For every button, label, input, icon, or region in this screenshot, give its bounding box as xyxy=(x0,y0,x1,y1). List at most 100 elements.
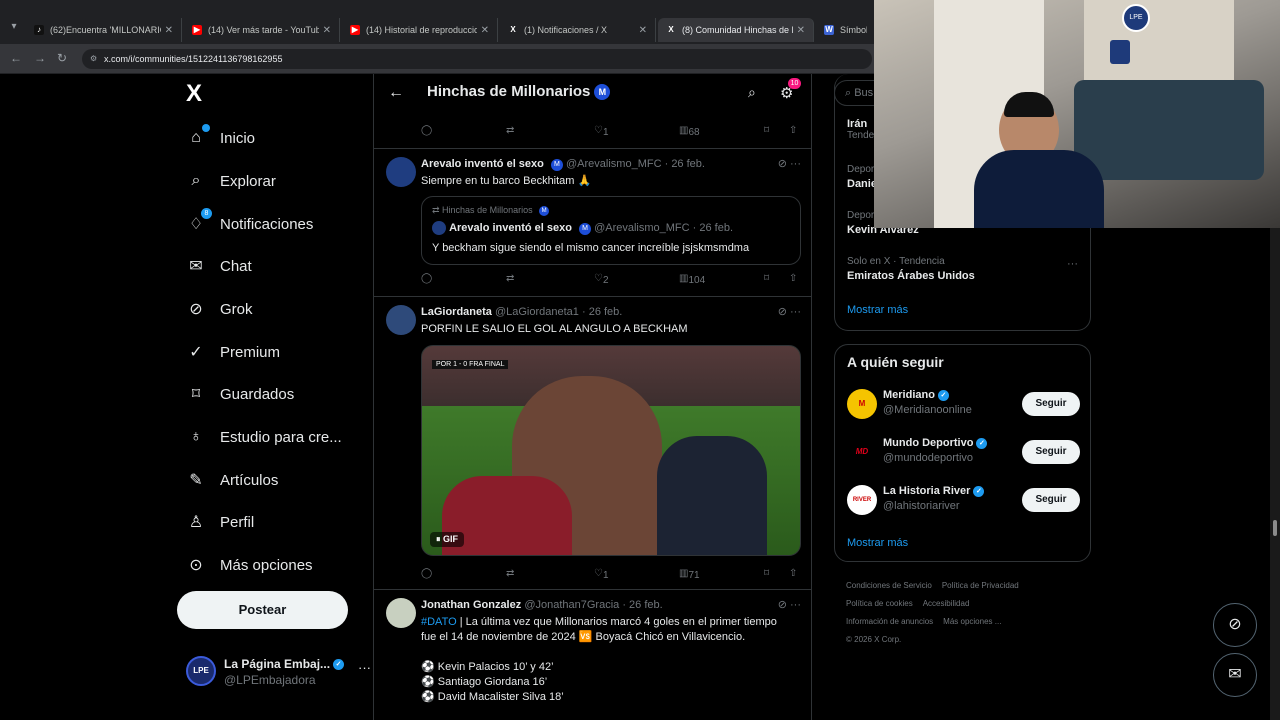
views-icon[interactable]: ▥ 104 xyxy=(679,273,705,286)
show-more-follow-link[interactable]: Mostrar más xyxy=(847,537,908,549)
community-header: ← Hinchas de Millonarios M ⌕ ⚙ 10 xyxy=(374,74,811,112)
browser-tab[interactable]: X (1) Notificaciones / X ✕ xyxy=(500,18,656,42)
bookmark-icon[interactable]: ⌑ xyxy=(764,273,769,284)
trend-item[interactable]: Depor Danie xyxy=(847,164,877,190)
footer-link[interactable]: Información de anuncios xyxy=(846,617,933,626)
scrollbar-thumb[interactable] xyxy=(1273,520,1277,536)
site-info-icon[interactable]: ⚙ xyxy=(90,49,97,69)
avatar[interactable] xyxy=(386,157,416,187)
browser-tab[interactable]: ♪ (62)Encuentra 'MILLONARIOS' e ✕ xyxy=(26,18,182,42)
back-arrow-icon[interactable]: ← xyxy=(10,51,22,65)
views-icon[interactable]: ▥ 71 xyxy=(679,568,700,581)
follow-button[interactable]: Seguir xyxy=(1022,392,1080,416)
nav-item-inicio[interactable]: ⌂ Inicio xyxy=(186,123,255,153)
share-icon[interactable]: ⇧ xyxy=(789,273,797,284)
tweet-gif[interactable]: POR 1 - 0 FRA FINAL ⏸ GIF xyxy=(421,345,801,556)
browser-tab[interactable]: W Símbolos xyxy=(816,18,876,42)
person-icon: ♙ xyxy=(188,514,204,531)
goal-line: ⚽ David Macalister Silva 18’ xyxy=(421,691,564,703)
settings-gear-icon[interactable]: ⚙ 10 xyxy=(780,78,801,102)
tab-title: (8) Comunidad Hinchas de Millo xyxy=(682,25,793,35)
browser-tab[interactable]: ▶ (14) Ver más tarde - YouTube ✕ xyxy=(184,18,340,42)
nav-label: Chat xyxy=(220,257,252,275)
nav-item-perfil[interactable]: ♙ Perfil xyxy=(186,507,254,537)
forward-arrow-icon[interactable]: → xyxy=(34,51,46,65)
close-icon[interactable]: ✕ xyxy=(797,25,805,36)
account-switcher[interactable]: LPE La Página Embaj... ✓ @LPEmbajadora ··… xyxy=(186,656,372,690)
x-logo-icon[interactable]: X xyxy=(186,82,210,106)
avatar[interactable] xyxy=(386,305,416,335)
trend-item[interactable]: Solo en X · Tendencia Emiratos Árabes Uni… xyxy=(847,256,975,282)
tweet-more-icon[interactable]: ⊘ ··· xyxy=(778,157,801,170)
retweet-icon[interactable]: ⇄ xyxy=(506,568,514,579)
follow-button[interactable]: Seguir xyxy=(1022,440,1080,464)
page-title: Hinchas de Millonarios M xyxy=(427,83,611,100)
follow-suggestion[interactable]: MD Mundo Deportivo ✓ @mundodeportivo Segu… xyxy=(847,437,1081,471)
footer-link[interactable]: Accesibilidad xyxy=(923,599,970,608)
retweet-icon[interactable]: ⇄ xyxy=(506,273,514,284)
like-icon[interactable]: ♡ 2 xyxy=(594,273,609,286)
footer-link[interactable]: Política de cookies xyxy=(846,599,913,608)
reply-icon[interactable]: ◯ xyxy=(421,273,432,284)
bookmark-icon[interactable]: ⌑ xyxy=(764,125,769,136)
reload-icon[interactable]: ↻ xyxy=(57,51,67,65)
youtube-icon: ▶ xyxy=(192,25,202,35)
tab-search-chevron-icon[interactable]: ▾ xyxy=(6,21,22,37)
page-scrollbar[interactable] xyxy=(1270,228,1280,720)
coach-figure xyxy=(657,436,767,555)
tweet[interactable]: Arevalo inventó el sexo M @Arevalismo_MF… xyxy=(374,149,811,297)
tweet-more-icon[interactable]: ⊘ ··· xyxy=(778,598,801,611)
close-icon[interactable]: ✕ xyxy=(639,25,647,36)
trend-more-icon[interactable]: ··· xyxy=(1067,258,1078,270)
views-icon[interactable]: ▥ 68 xyxy=(679,125,700,138)
nav-item-premium[interactable]: ✓ Premium xyxy=(186,337,280,367)
reply-icon[interactable]: ◯ xyxy=(421,125,432,136)
nav-item-guardados[interactable]: ⌑ Guardados xyxy=(186,379,294,409)
nav-item-explorar[interactable]: ⌕ Explorar xyxy=(186,166,276,196)
nav-item-chat[interactable]: ✉ Chat xyxy=(186,251,252,281)
reply-icon[interactable]: ◯ xyxy=(421,568,432,579)
footer-link[interactable]: Política de Privacidad xyxy=(942,581,1019,590)
browser-tab[interactable]: ▶ (14) Historial de reproducciones ✕ xyxy=(342,18,498,42)
retweet-icon[interactable]: ⇄ xyxy=(506,125,514,136)
back-arrow-icon[interactable]: ← xyxy=(388,84,404,102)
nav-item-mas-opciones[interactable]: ⊙ Más opciones xyxy=(186,550,312,580)
follow-suggestion[interactable]: M Meridiano ✓ @Meridianoonline Seguir xyxy=(847,389,1081,423)
nav-label: Guardados xyxy=(220,385,295,403)
messages-fab-icon[interactable]: ✉ xyxy=(1213,653,1257,697)
share-icon[interactable]: ⇧ xyxy=(789,568,797,579)
browser-tab-active[interactable]: X (8) Comunidad Hinchas de Millo ✕ xyxy=(658,18,814,42)
follow-button[interactable]: Seguir xyxy=(1022,488,1080,512)
url-field[interactable]: ⚙ x.com/i/communities/151224113679816295… xyxy=(82,49,872,69)
more-dots-icon[interactable]: ··· xyxy=(358,660,371,675)
show-more-trends-link[interactable]: Mostrar más xyxy=(847,304,908,316)
avatar[interactable] xyxy=(386,598,416,628)
scoreboard: POR 1 - 0 FRA FINAL xyxy=(432,360,509,369)
post-button[interactable]: Postear xyxy=(177,591,348,629)
nav-label: Artículos xyxy=(220,471,279,489)
share-icon[interactable]: ⇧ xyxy=(789,125,797,136)
like-icon[interactable]: ♡ 1 xyxy=(594,125,609,138)
footer-link[interactable]: Condiciones de Servicio xyxy=(846,581,932,590)
nav-item-estudio[interactable]: ♁ Estudio para cre... xyxy=(186,422,342,452)
close-icon[interactable]: ✕ xyxy=(323,25,331,36)
tweet-more-icon[interactable]: ⊘ ··· xyxy=(778,305,801,318)
search-icon[interactable]: ⌕ xyxy=(748,84,756,101)
nav-item-articulos[interactable]: ✎ Artículos xyxy=(186,465,278,495)
hashtag-link[interactable]: #DATO xyxy=(421,616,457,628)
close-icon[interactable]: ✕ xyxy=(481,25,489,36)
gif-badge[interactable]: ⏸ GIF xyxy=(430,532,465,547)
follow-suggestion[interactable]: RIVER La Historia River ✓ @lahistoriarive… xyxy=(847,485,1081,519)
tweet[interactable]: LaGiordaneta @LaGiordaneta1 · 26 feb. ⊘ … xyxy=(374,297,811,590)
nav-label: Grok xyxy=(220,300,253,318)
grok-fab-icon[interactable]: ⊘ xyxy=(1213,603,1257,647)
tweet[interactable]: Jonathan Gonzalez @Jonathan7Gracia · 26 … xyxy=(374,590,811,720)
quoted-tweet[interactable]: ⇄ Hinchas de Millonarios M Arevalo inven… xyxy=(421,196,801,265)
bookmark-icon[interactable]: ⌑ xyxy=(764,568,769,579)
nav-item-grok[interactable]: ⊘ Grok xyxy=(186,294,253,324)
footer-link[interactable]: Más opciones ... xyxy=(943,617,1001,626)
like-icon[interactable]: ♡ 1 xyxy=(594,568,609,581)
close-icon[interactable]: ✕ xyxy=(165,25,173,36)
nav-item-notificaciones[interactable]: ♢ 8 Notificaciones xyxy=(186,208,313,239)
trend-item[interactable]: Irán Tende xyxy=(847,118,874,141)
